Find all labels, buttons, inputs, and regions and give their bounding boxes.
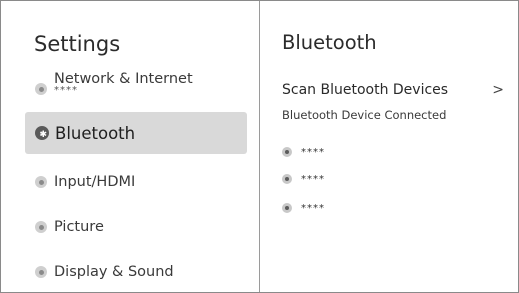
bluetooth-icon: ✱	[35, 126, 49, 140]
bluetooth-panel: Bluetooth Scan Bluetooth Devices > Bluet…	[260, 1, 517, 292]
input-icon	[35, 176, 47, 188]
sidebar-item-network[interactable]: Network & Internet ****	[25, 69, 247, 109]
sidebar-item-display-sound[interactable]: Display & Sound	[25, 252, 247, 292]
sidebar-item-bluetooth[interactable]: ✱ Bluetooth	[25, 112, 247, 154]
picture-icon	[35, 221, 47, 233]
connected-device-item[interactable]: ****	[282, 200, 325, 216]
sidebar-item-sublabel: ****	[54, 85, 78, 96]
sidebar-item-label: Input/HDMI	[54, 174, 136, 190]
device-icon	[282, 174, 292, 184]
sidebar-item-input-hdmi[interactable]: Input/HDMI	[25, 162, 247, 202]
page-title: Bluetooth	[282, 31, 377, 54]
sidebar-title: Settings	[34, 32, 121, 56]
device-icon	[282, 147, 292, 157]
connected-devices-heading: Bluetooth Device Connected	[282, 108, 447, 122]
sidebar-item-label: Picture	[54, 219, 104, 235]
sidebar-item-label: Display & Sound	[54, 264, 174, 280]
scan-bluetooth-devices-button[interactable]: Scan Bluetooth Devices >	[282, 79, 504, 101]
display-icon	[35, 266, 47, 278]
chevron-right-icon: >	[492, 82, 504, 98]
scan-label: Scan Bluetooth Devices	[282, 82, 449, 98]
device-name: ****	[301, 146, 325, 158]
sidebar-item-label: Bluetooth	[55, 123, 136, 143]
connected-device-item[interactable]: ****	[282, 144, 325, 160]
device-name: ****	[301, 202, 325, 214]
device-icon	[282, 203, 292, 213]
connected-device-item[interactable]: ****	[282, 171, 325, 187]
network-icon	[35, 83, 47, 95]
device-name: ****	[301, 173, 325, 185]
settings-sidebar: Settings Network & Internet **** ✱ Bluet…	[1, 1, 260, 292]
sidebar-item-picture[interactable]: Picture	[25, 207, 247, 247]
